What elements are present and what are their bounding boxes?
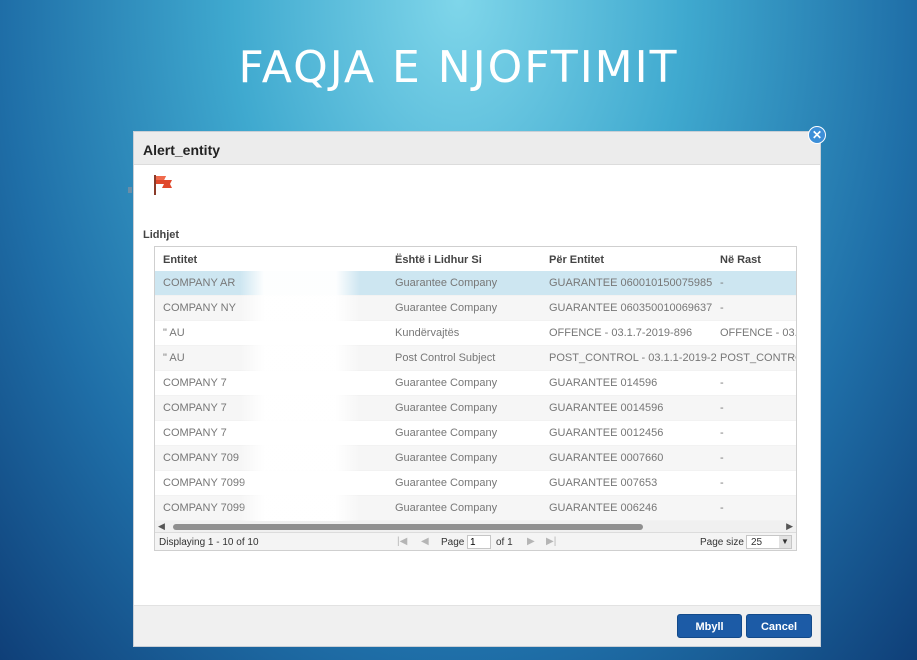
column-header-entitet[interactable]: Entitet (163, 254, 197, 266)
table-row[interactable]: COMPANY 7 Guarantee Company GUARANTEE 00… (155, 421, 796, 446)
red-flag-icon (154, 175, 172, 195)
cell-ne-rast: - (720, 402, 724, 414)
alert-entity-dialog: Alert_entity ✕ Lidhjet Entitet Është i L… (133, 126, 826, 647)
table-row[interactable]: COMPANY 7 Guarantee Company GUARANTEE 00… (155, 396, 796, 421)
table-row[interactable]: " AU Kundërvajtës OFFENCE - 03.1.7-2019-… (155, 321, 796, 346)
cell-lidhur-si: Guarantee Company (395, 452, 498, 464)
cell-lidhur-si: Guarantee Company (395, 427, 498, 439)
cell-entitet: COMPANY 7099 (163, 502, 246, 514)
page-size-select[interactable]: 25 ▼ (746, 535, 792, 549)
page-label: Page (441, 537, 465, 548)
cell-per-entitet: GUARANTEE 060010150075985 (549, 277, 713, 289)
page-size-label: Page size (700, 537, 744, 548)
cell-lidhur-si: Guarantee Company (395, 277, 498, 289)
cell-entitet: COMPANY AR (163, 277, 236, 289)
cell-lidhur-si: Guarantee Company (395, 377, 498, 389)
grid-body: COMPANY AR Guarantee Company GUARANTEE 0… (155, 271, 796, 521)
dialog-header: Alert_entity (134, 132, 820, 165)
relations-grid: Entitet Është i Lidhur Si Për Entitet Në… (154, 246, 797, 551)
page-size-value: 25 (751, 537, 763, 548)
column-header-lidhur-si[interactable]: Është i Lidhur Si (395, 254, 482, 266)
cell-per-entitet: GUARANTEE 006246 (549, 502, 658, 514)
table-row[interactable]: COMPANY NY Guarantee Company GUARANTEE 0… (155, 296, 796, 321)
scroll-right-icon[interactable]: ▶ (786, 521, 793, 532)
horizontal-scrollbar[interactable]: ◀ ▶ (155, 521, 796, 532)
scroll-left-icon[interactable]: ◀ (158, 521, 165, 532)
table-row[interactable]: COMPANY AR Guarantee Company GUARANTEE 0… (155, 271, 796, 296)
cell-ne-rast: - (720, 377, 724, 389)
displaying-text: Displaying 1 - 10 of 10 (159, 537, 259, 548)
close-icon[interactable]: ✕ (808, 126, 826, 144)
cell-ne-rast: POST_CONTRO (720, 352, 797, 364)
cell-ne-rast: - (720, 477, 724, 489)
dialog-footer: Mbyll Cancel (134, 605, 820, 646)
paging-toolbar: Displaying 1 - 10 of 10 |◀ ◀ Page of 1 ▶… (155, 532, 796, 550)
cell-entitet: " AU (163, 352, 185, 364)
cell-ne-rast: - (720, 277, 724, 289)
cell-entitet: COMPANY 7099 (163, 477, 246, 489)
cell-lidhur-si: Guarantee Company (395, 502, 498, 514)
column-header-ne-rast[interactable]: Në Rast (720, 254, 761, 266)
slide-title: FAQJA E NJOFTIMIT (238, 42, 679, 93)
table-row[interactable]: COMPANY 7099 Guarantee Company GUARANTEE… (155, 496, 796, 521)
of-pages-label: of 1 (496, 537, 513, 548)
page-number-input[interactable] (467, 535, 491, 549)
column-header-per-entitet[interactable]: Për Entitet (549, 254, 604, 266)
cell-entitet: COMPANY 709 (163, 452, 240, 464)
cell-entitet: COMPANY 7 (163, 377, 227, 389)
chevron-down-icon[interactable]: ▼ (779, 536, 791, 548)
scrollbar-thumb[interactable] (173, 524, 643, 530)
cell-per-entitet: GUARANTEE 0014596 (549, 402, 664, 414)
mbyll-button[interactable]: Mbyll (677, 614, 742, 638)
table-row[interactable]: COMPANY 7099 Guarantee Company GUARANTEE… (155, 471, 796, 496)
cell-per-entitet: OFFENCE - 03.1.7-2019-896 (549, 327, 693, 339)
cell-lidhur-si: Guarantee Company (395, 477, 498, 489)
cell-ne-rast: - (720, 452, 724, 464)
cell-per-entitet: GUARANTEE 0007660 (549, 452, 664, 464)
cell-per-entitet: GUARANTEE 0012456 (549, 427, 664, 439)
cell-entitet: COMPANY 7 (163, 402, 227, 414)
cell-ne-rast: - (720, 502, 724, 514)
cell-per-entitet: GUARANTEE 014596 (549, 377, 658, 389)
cell-per-entitet: GUARANTEE 060350010069637 (549, 302, 713, 314)
cell-lidhur-si: Post Control Subject (395, 352, 496, 364)
prev-page-icon[interactable]: ◀ (421, 536, 429, 547)
cell-ne-rast: - (720, 302, 724, 314)
first-page-icon[interactable]: |◀ (397, 536, 407, 547)
cell-entitet: " AU (163, 327, 185, 339)
cell-ne-rast: - (720, 427, 724, 439)
cell-lidhur-si: Guarantee Company (395, 402, 498, 414)
cell-entitet: COMPANY 7 (163, 427, 227, 439)
cell-per-entitet: GUARANTEE 007653 (549, 477, 658, 489)
grid-header-row: Entitet Është i Lidhur Si Për Entitet Në… (155, 247, 796, 272)
next-page-icon[interactable]: ▶ (527, 536, 535, 547)
cell-lidhur-si: Kundërvajtës (395, 327, 460, 339)
table-row[interactable]: " AU Post Control Subject POST_CONTROL -… (155, 346, 796, 371)
cell-per-entitet: POST_CONTROL - 03.1.1-2019-21 (549, 352, 717, 364)
table-row[interactable]: COMPANY 7 Guarantee Company GUARANTEE 01… (155, 371, 796, 396)
cell-entitet: COMPANY NY (163, 302, 236, 314)
table-row[interactable]: COMPANY 709 Guarantee Company GUARANTEE … (155, 446, 796, 471)
slide-edge-marker (128, 187, 132, 193)
cell-lidhur-si: Guarantee Company (395, 302, 498, 314)
cell-ne-rast: OFFENCE - 03.1 (720, 327, 797, 339)
section-label-lidhjet: Lidhjet (143, 229, 180, 241)
last-page-icon[interactable]: ▶| (546, 536, 556, 547)
dialog-title: Alert_entity (143, 142, 221, 158)
cancel-button[interactable]: Cancel (746, 614, 812, 638)
